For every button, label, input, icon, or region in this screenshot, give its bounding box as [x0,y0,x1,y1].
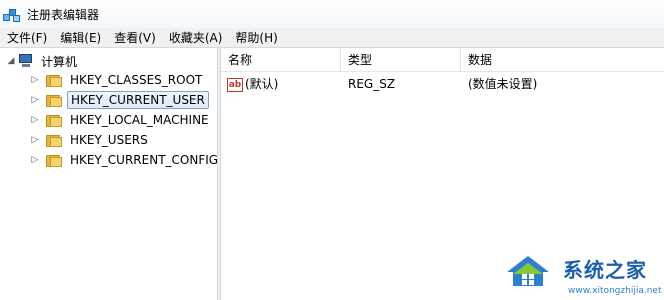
value-type: REG_SZ [348,77,396,91]
expand-arrow-icon[interactable]: ▷ [30,115,40,125]
tree-item-hkey-current-config[interactable]: ▷ HKEY_CURRENT_CONFIG [30,150,221,170]
menu-favorites[interactable]: 收藏夹(A) [162,28,229,48]
value-data: (数值未设置) [468,77,538,91]
value-name: (默认) [245,77,279,91]
column-header-type[interactable]: 类型 [341,48,461,72]
house-logo-icon [507,256,549,286]
watermark-text: 系统之家 [563,258,647,282]
tree-item-label: HKEY_LOCAL_MACHINE [70,113,209,127]
expand-arrow-icon[interactable]: ▷ [30,135,40,145]
column-header-data[interactable]: 数据 [461,48,664,72]
tree-item-hkey-current-user[interactable]: ▷ HKEY_CURRENT_USER [30,90,209,110]
string-value-icon: ab [227,77,243,92]
tree-item-label: HKEY_CURRENT_USER [67,91,209,109]
tree-item-hkey-local-machine[interactable]: ▷ HKEY_LOCAL_MACHINE [30,110,212,130]
tree-item-label: 计算机 [41,54,78,69]
tree-item-hkey-classes-root[interactable]: ▷ HKEY_CLASSES_ROOT [30,70,205,90]
folder-icon [46,134,62,147]
tree-item-label: HKEY_USERS [70,133,148,147]
column-header-name[interactable]: 名称 [221,48,341,72]
collapse-arrow-icon[interactable]: ◢ [6,56,16,66]
folder-icon [46,114,62,127]
watermark-logo: 系统之家 www.xitongzhijia.net [493,242,664,300]
registry-editor-icon [3,5,21,23]
menu-view[interactable]: 查看(V) [107,28,162,48]
folder-icon [46,154,62,167]
folder-icon [46,74,62,87]
menu-edit[interactable]: 编辑(E) [53,28,107,48]
tree-item-computer[interactable]: ◢ 计算机 [6,51,80,71]
expand-arrow-icon[interactable]: ▷ [30,95,40,105]
tree-item-hkey-users[interactable]: ▷ HKEY_USERS [30,130,151,150]
menu-file[interactable]: 文件(F) [0,28,53,48]
menu-help[interactable]: 帮助(H) [228,28,283,48]
tree-item-label: HKEY_CLASSES_ROOT [70,73,203,87]
computer-icon [18,54,34,68]
value-name-cell: ab (默认) [227,74,278,94]
watermark-url: www.xitongzhijia.net [568,286,662,296]
title-bar: 注册表编辑器 [0,0,664,28]
window-title: 注册表编辑器 [27,7,100,22]
menu-bar: 文件(F) 编辑(E) 查看(V) 收藏夹(A) 帮助(H) [0,28,664,48]
folder-icon [46,94,62,107]
tree-item-label: HKEY_CURRENT_CONFIG [70,153,219,167]
expand-arrow-icon[interactable]: ▷ [30,155,40,165]
tree-pane: ◢ 计算机 ▷ HKEY_CLASSES_ROOT ▷ HKEY_CURRENT… [0,48,218,300]
list-item[interactable]: ab (默认) REG_SZ (数值未设置) [221,74,664,94]
expand-arrow-icon[interactable]: ▷ [30,75,40,85]
list-header: 名称 类型 数据 [221,48,664,72]
